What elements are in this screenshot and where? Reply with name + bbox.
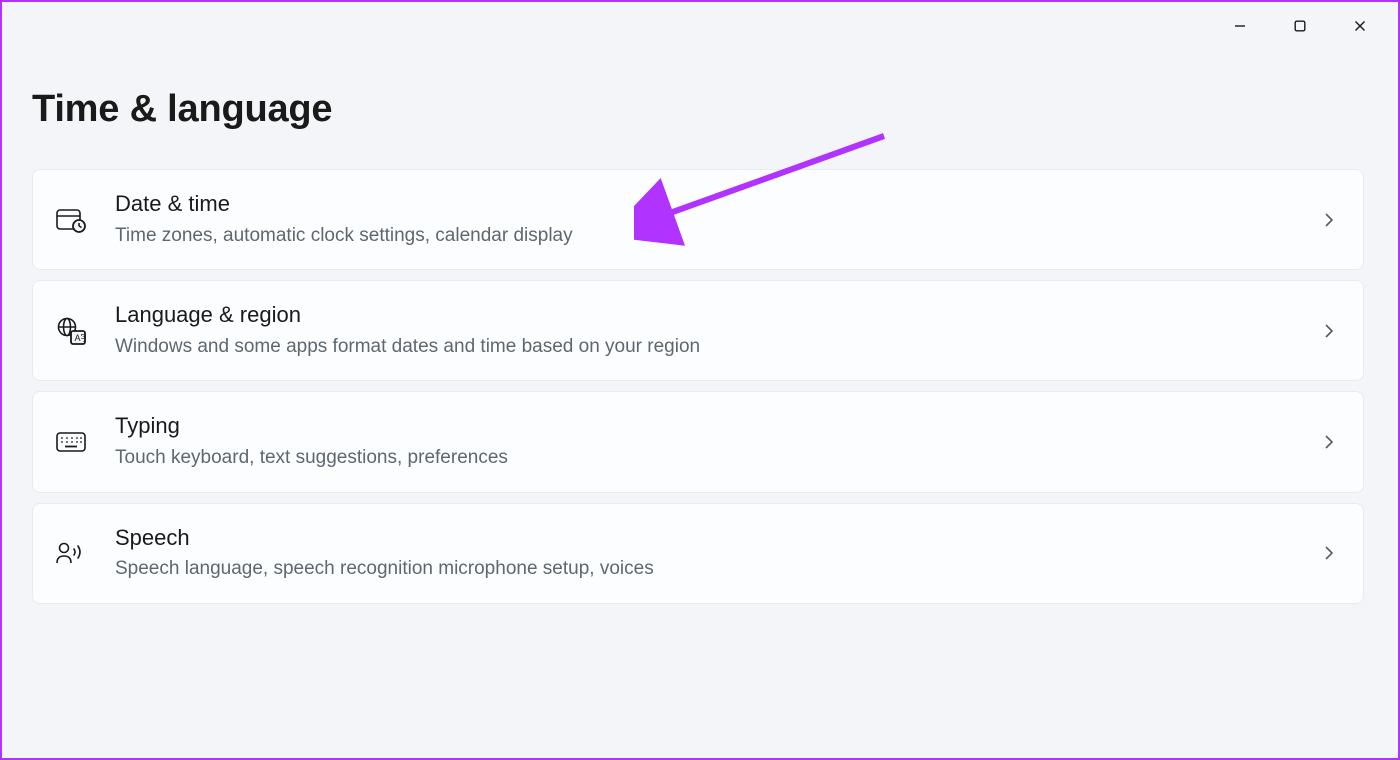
- card-title: Date & time: [115, 190, 1295, 219]
- card-text: Language & region Windows and some apps …: [115, 301, 1295, 360]
- speech-icon: [55, 537, 87, 569]
- chevron-right-icon: [1323, 432, 1335, 452]
- card-description: Time zones, automatic clock settings, ca…: [115, 223, 1295, 250]
- minimize-icon: [1233, 19, 1247, 33]
- minimize-button[interactable]: [1210, 10, 1270, 42]
- card-title: Language & region: [115, 301, 1295, 330]
- settings-item-speech[interactable]: Speech Speech language, speech recogniti…: [32, 503, 1364, 604]
- chevron-right-icon: [1323, 543, 1335, 563]
- close-icon: [1353, 19, 1367, 33]
- settings-list: Date & time Time zones, automatic clock …: [32, 169, 1364, 604]
- svg-text:A字: A字: [75, 332, 87, 343]
- window-controls: [1210, 10, 1390, 42]
- card-text: Speech Speech language, speech recogniti…: [115, 524, 1295, 583]
- maximize-icon: [1293, 19, 1307, 33]
- card-description: Touch keyboard, text suggestions, prefer…: [115, 445, 1295, 472]
- card-title: Speech: [115, 524, 1295, 553]
- settings-item-language-region[interactable]: A字 Language & region Windows and some ap…: [32, 280, 1364, 381]
- card-text: Date & time Time zones, automatic clock …: [115, 190, 1295, 249]
- settings-item-date-time[interactable]: Date & time Time zones, automatic clock …: [32, 169, 1364, 270]
- settings-item-typing[interactable]: Typing Touch keyboard, text suggestions,…: [32, 391, 1364, 492]
- date-time-icon: [55, 204, 87, 236]
- language-region-icon: A字: [55, 315, 87, 347]
- page-title: Time & language: [32, 88, 1398, 131]
- card-description: Windows and some apps format dates and t…: [115, 334, 1295, 361]
- keyboard-icon: [55, 426, 87, 458]
- maximize-button[interactable]: [1270, 10, 1330, 42]
- card-title: Typing: [115, 412, 1295, 441]
- chevron-right-icon: [1323, 321, 1335, 341]
- close-button[interactable]: [1330, 10, 1390, 42]
- chevron-right-icon: [1323, 210, 1335, 230]
- card-description: Speech language, speech recognition micr…: [115, 556, 1295, 583]
- card-text: Typing Touch keyboard, text suggestions,…: [115, 412, 1295, 471]
